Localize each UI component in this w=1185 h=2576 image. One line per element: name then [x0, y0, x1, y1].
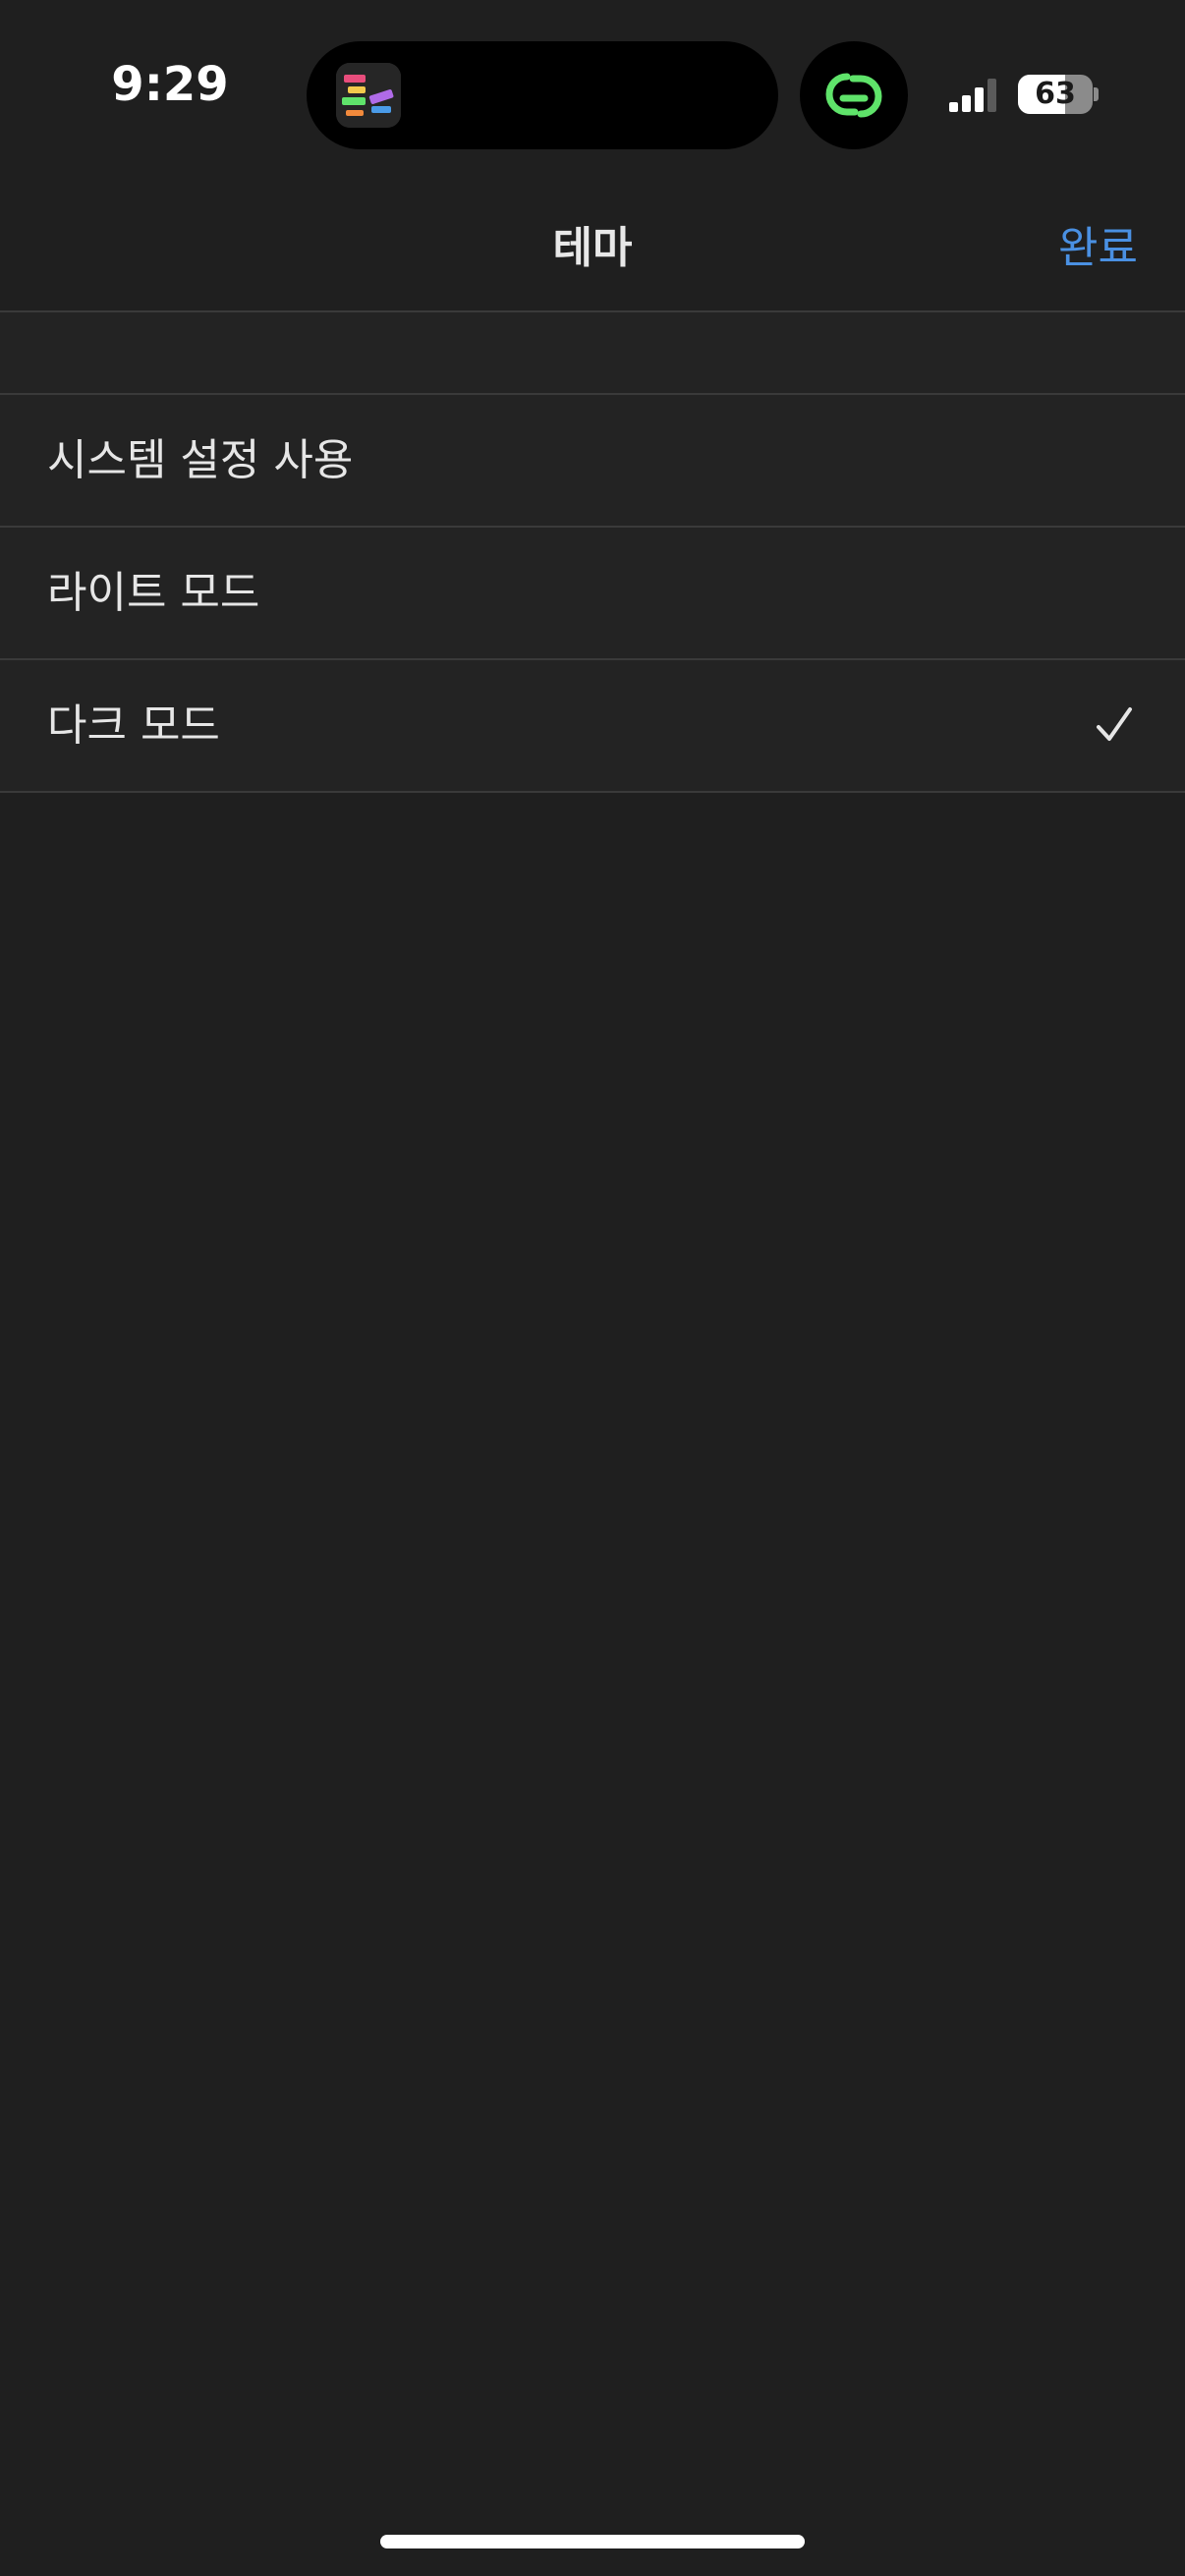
option-label: 시스템 설정 사용: [47, 435, 354, 485]
theme-option-light[interactable]: 라이트 모드: [0, 528, 1185, 660]
battery-percentage: 63: [1035, 77, 1076, 111]
page-title: 테마: [552, 223, 633, 273]
dynamic-island[interactable]: [307, 41, 778, 149]
done-button[interactable]: 완료: [1058, 187, 1138, 310]
live-activity-app-icon: [336, 63, 401, 128]
theme-option-dark[interactable]: 다크 모드: [0, 660, 1185, 793]
battery-icon: 63: [1018, 75, 1093, 114]
status-bar: 9:29 63: [0, 0, 1185, 187]
theme-option-system[interactable]: 시스템 설정 사용: [0, 395, 1185, 528]
cellular-signal-icon: [947, 77, 1002, 112]
navigation-bar: 테마 완료: [0, 187, 1185, 312]
option-label: 라이트 모드: [47, 568, 260, 618]
battery-cap: [1094, 87, 1099, 101]
section-header-spacer: [0, 312, 1185, 395]
link-icon: [800, 41, 908, 149]
status-time: 9:29: [111, 57, 229, 112]
checkmark-icon: [1093, 703, 1136, 747]
option-label: 다크 모드: [47, 700, 220, 751]
home-indicator[interactable]: [380, 2535, 805, 2548]
theme-option-list: 시스템 설정 사용 라이트 모드 다크 모드: [0, 395, 1185, 793]
